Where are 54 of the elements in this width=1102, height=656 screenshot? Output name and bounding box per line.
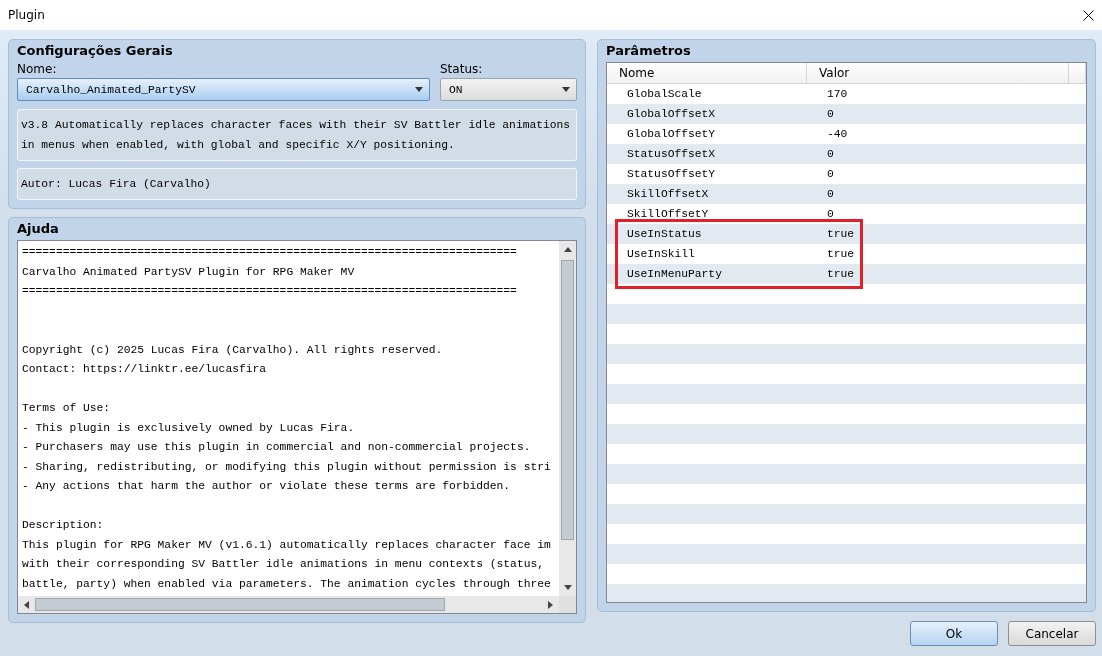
table-cell-text: 0	[826, 148, 835, 160]
help-line: - Sharing, redistributing, or modifying this plugin without permission is stri	[22, 459, 551, 475]
help-line: =========================================================================	[22, 245, 517, 260]
table-cell-text: GlobalOffsetY	[626, 128, 717, 140]
table-cell-text: GlobalOffsetX	[626, 108, 717, 120]
table-cell-text: SkillOffsetY	[626, 208, 710, 220]
panel-title: Configurações Gerais	[17, 43, 174, 58]
table-cell-text: 0	[826, 188, 835, 200]
cancel-button[interactable]: Cancelar	[1008, 621, 1096, 646]
field-label: Status:	[440, 62, 484, 76]
help-line: - Any actions that harm the author or violate these terms are forbidden.	[22, 479, 511, 494]
description-text: v3.8 Automatically replaces character faces with their SV Battler idle animations in menus when enabled, with global and specific X/Y positioning.	[17, 109, 577, 161]
help-line: battle, party) when enabled via parameters. The animation cycles through three	[22, 576, 551, 592]
caret-icon	[562, 87, 570, 92]
plugin-name-dropdown[interactable]: Carvalho_Animated_PartySV	[17, 78, 430, 101]
table-cell-text: GlobalScale	[626, 88, 703, 100]
help-line: with their corresponding SV Battler idle animations in menu contexts (status,	[22, 557, 544, 572]
help-line: Carvalho Animated PartySV Plugin for RPG Maker MV	[22, 264, 355, 280]
table-cell-text: SkillOffsetX	[626, 188, 710, 200]
ok-button[interactable]: Ok	[910, 621, 998, 646]
table-cell-text: StatusOffsetX	[626, 148, 717, 160]
help-line: =========================================================================	[22, 284, 517, 299]
help-line: - This plugin is exclusively owned by Lucas Fira.	[22, 420, 355, 436]
table-cell-text: UseInSkill	[626, 248, 696, 260]
scrollbar-corner	[559, 596, 576, 613]
table-cell-text: -40	[826, 128, 849, 140]
help-line: Contact: https://linktr.ee/lucasfira	[22, 362, 267, 377]
table-cell-text: 0	[826, 108, 835, 120]
help-line: This plugin for RPG Maker MV (v1.6.1) automatically replaces character face im	[22, 537, 551, 553]
column-header[interactable]: Nome	[607, 63, 807, 83]
help-line: Copyright (c) 2025 Lucas Fira (Carvalho). All rights reserved.	[22, 342, 443, 358]
column-header[interactable]: Valor	[807, 63, 1069, 83]
table-cell-text: 170	[826, 88, 849, 100]
panel-title: Ajuda	[17, 221, 60, 236]
scrollbar-thumb[interactable]	[35, 598, 445, 611]
panel-title: Parâmetros	[606, 43, 692, 58]
help-line: - Purchasers may use this plugin in commercial and non-commercial projects.	[22, 440, 531, 455]
caret-icon	[415, 87, 423, 92]
table-cell-text: true	[826, 268, 856, 280]
status-dropdown[interactable]: ON	[440, 78, 577, 101]
table-cell-text: true	[826, 228, 856, 240]
table-cell-text: StatusOffsetY	[626, 168, 717, 180]
scrollbar-thumb[interactable]	[561, 260, 574, 540]
table-cell-text: 0	[826, 208, 835, 220]
table-cell-text: UseInStatus	[626, 228, 703, 240]
close-icon[interactable]	[1083, 9, 1094, 21]
table-cell-text: true	[826, 248, 856, 260]
author-text: Autor: Lucas Fira (Carvalho)	[17, 168, 577, 200]
table-cell-text: UseInMenuParty	[626, 268, 723, 280]
help-line: Terms of Use:	[22, 401, 111, 416]
table-cell-text: 0	[826, 168, 835, 180]
help-line: Description:	[22, 518, 104, 533]
window-title: Plugin	[8, 8, 45, 22]
field-label: Nome:	[17, 62, 58, 76]
